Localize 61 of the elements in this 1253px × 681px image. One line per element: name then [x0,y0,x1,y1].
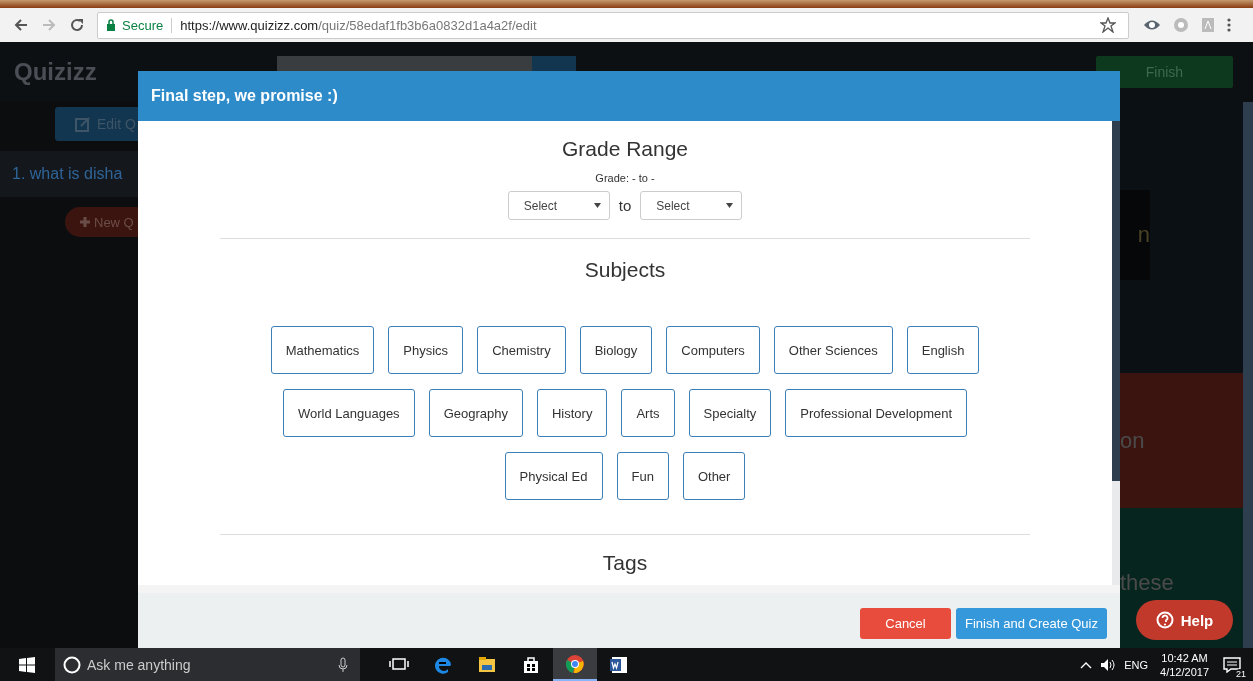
grade-dropdown[interactable]: Select [507,191,610,220]
subject-button[interactable]: Biology [579,326,653,374]
clock-time[interactable]: 10:42 AM [1161,650,1208,665]
chevron-up-icon[interactable] [1080,660,1093,669]
notification-count: 21 [1235,668,1247,679]
microphone-icon [338,656,348,673]
chrome-icon [565,653,585,674]
secure-label: Secure [122,17,173,33]
card-text: these [1120,570,1174,596]
section-title: Grade Range [561,137,689,161]
cancel-button[interactable]: Cancel [860,608,951,639]
scrollbar[interactable] [1243,102,1253,648]
lock-icon [106,19,116,31]
edit-icon [75,116,91,132]
grade-dropdown[interactable]: Select [640,191,743,220]
back-icon[interactable] [13,17,29,33]
subject-button[interactable]: Specialty [688,389,772,437]
speaker-icon[interactable] [1100,657,1117,672]
caret-icon [726,203,734,208]
address-bar[interactable]: Secure https://www.quizizz.com/quiz/58edaf1fb3b6a0832d1a4a2f/edit [97,11,1129,39]
to-label: to [618,197,632,214]
cortana-icon [63,655,81,674]
logo: Quizizz [14,58,98,86]
grade-summary: Grade: - to - [595,172,655,184]
shopping-bag-icon [521,654,541,675]
section-title: Subjects [584,258,666,282]
menu-icon[interactable] [1227,17,1231,33]
clock-date[interactable]: 4/12/2017 [1160,664,1209,679]
search-field[interactable]: Ask me anything [55,648,360,681]
subject-button[interactable]: Mathematics [270,326,375,374]
subject-button[interactable]: Physical Ed [504,452,603,500]
subject-button[interactable]: Geography [428,389,523,437]
subject-button[interactable]: Professional Development [785,389,968,437]
card-text: on [1120,427,1145,454]
scrollbar[interactable] [1112,121,1120,585]
help-button[interactable]: Help [1136,600,1233,640]
taskbar-app[interactable] [553,648,597,681]
url-text: https://www.quizizz.com/quiz/58edaf1fb3b6a0832d1a4a2f/edit [180,17,538,33]
dialog-title: Final step, we promise :) [138,71,1120,121]
word-icon [609,654,629,675]
section-title: Tags [602,551,648,575]
subject-button[interactable]: Other [682,452,746,500]
subject-button[interactable]: Computers [666,326,760,374]
star-icon[interactable] [1100,17,1116,33]
folder-icon [477,654,497,675]
subject-button[interactable]: English [906,326,980,374]
plus-icon [79,216,91,228]
language-indicator[interactable]: ENG [1124,658,1149,671]
subject-button[interactable]: Fun [616,452,669,500]
subject-button[interactable]: World Languages [282,389,415,437]
help-icon [1155,611,1174,629]
subject-button[interactable]: Chemistry [477,326,566,374]
windows-icon[interactable] [19,656,35,673]
subject-button[interactable]: Arts [621,389,675,437]
card-text: n [1137,222,1150,248]
caret-icon [593,203,601,208]
reload-icon[interactable] [69,17,85,33]
subject-button[interactable]: Other Sciences [773,326,893,374]
notification-icon[interactable] [1223,656,1241,673]
subject-button[interactable]: History [536,389,608,437]
subject-button[interactable]: Physics [388,326,464,374]
